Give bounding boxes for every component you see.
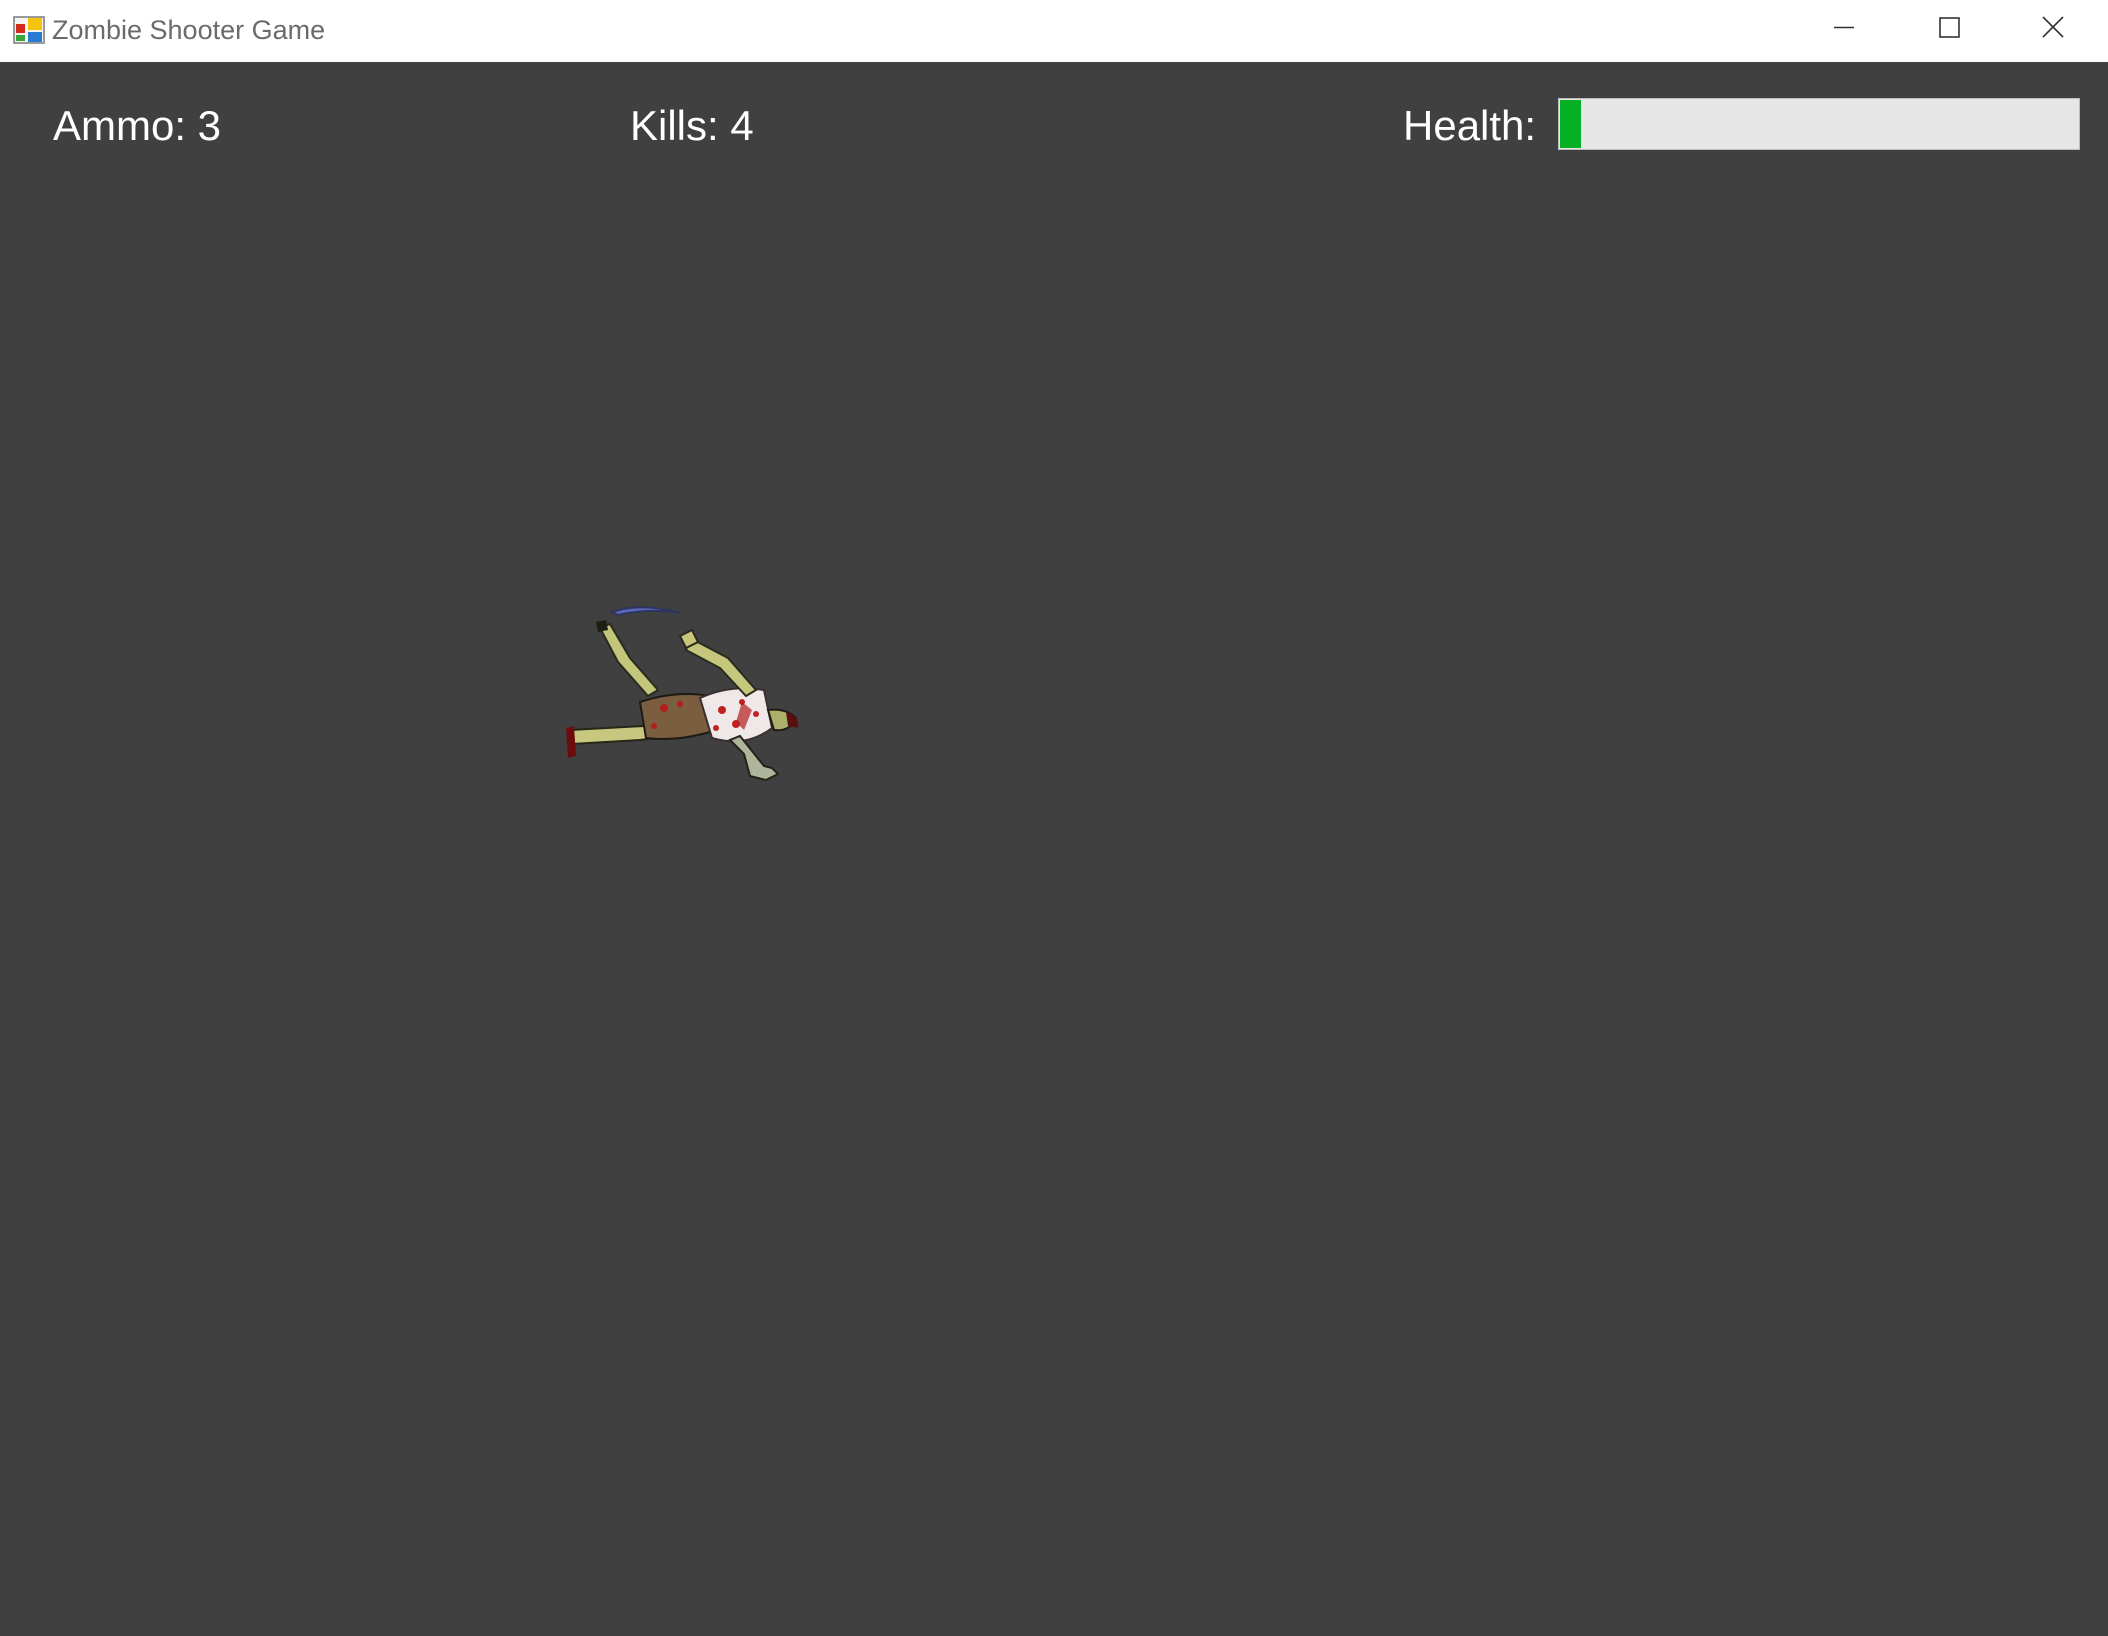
zombie-sprite-icon [566, 606, 799, 782]
minimize-button[interactable] [1792, 0, 1896, 58]
app-window-icon[interactable] [13, 14, 45, 46]
window-title: Zombie Shooter Game [52, 15, 326, 45]
title-bar[interactable]: Zombie Shooter Game [0, 0, 2108, 62]
game-canvas[interactable] [0, 62, 2108, 1636]
close-button[interactable] [2000, 0, 2104, 58]
maximize-icon [1939, 17, 1960, 38]
health-bar-fill [1560, 100, 1581, 148]
dead-zombie[interactable] [560, 598, 850, 798]
close-icon [2042, 16, 2064, 38]
ammo-counter: Ammo: 3 [53, 102, 222, 149]
kills-counter: Kills: 4 [630, 102, 754, 149]
health-label: Health: [1403, 102, 1537, 149]
maximize-button[interactable] [1896, 0, 2000, 58]
minimize-icon [1834, 26, 1854, 29]
health-bar [1558, 98, 2080, 150]
